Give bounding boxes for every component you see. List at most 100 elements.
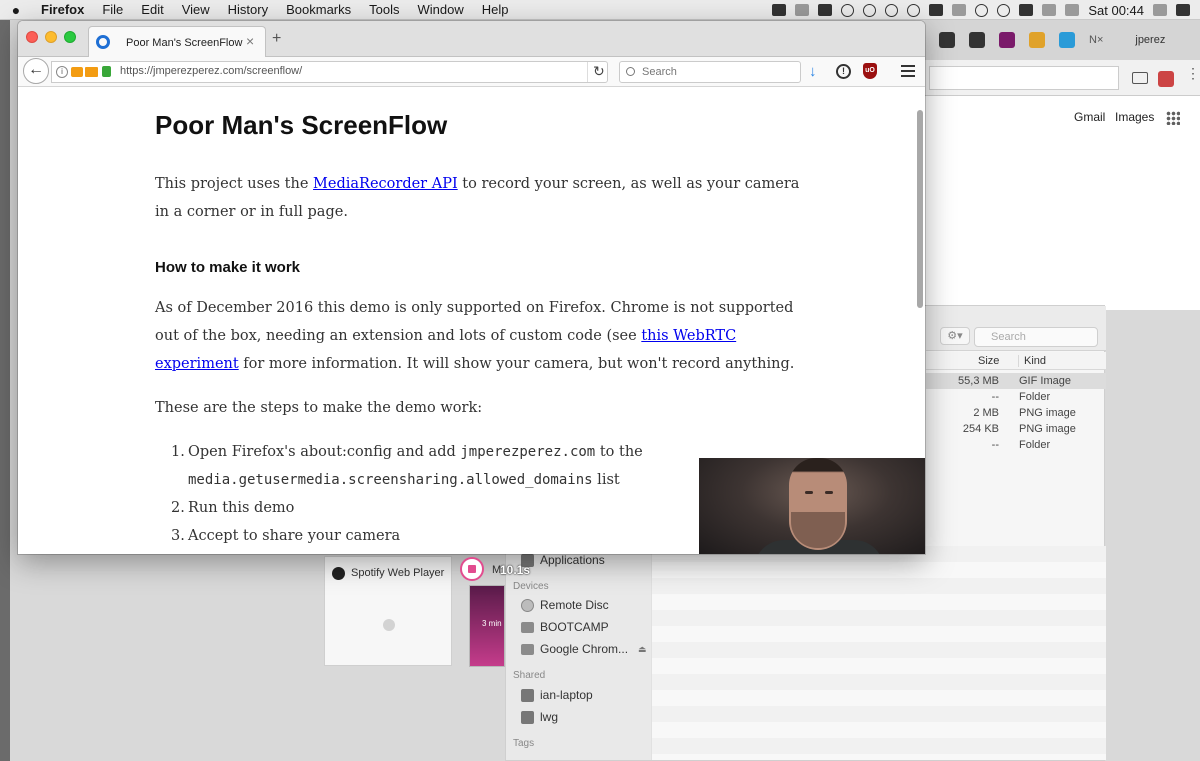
sidebar-item-applications[interactable]: Applications: [521, 553, 605, 567]
reload-icon[interactable]: ↻: [593, 63, 605, 80]
spotify-title: Spotify Web Player: [351, 567, 445, 579]
cast-icon[interactable]: [1132, 72, 1148, 84]
size-column-header[interactable]: Size: [978, 355, 999, 367]
images-link[interactable]: Images: [1115, 110, 1154, 124]
file-size: 254 KB: [962, 423, 999, 435]
eject-icon[interactable]: ⏏: [638, 644, 647, 655]
close-tab-icon[interactable]: ×: [246, 33, 254, 49]
twitter-icon[interactable]: [1059, 32, 1075, 48]
camera-icon[interactable]: [818, 4, 833, 16]
chrome-address-bar[interactable]: [929, 66, 1119, 90]
file-row[interactable]: -- Folder: [926, 437, 1106, 453]
notification-center-icon[interactable]: [1176, 4, 1190, 16]
webcam-person-eye: [805, 491, 813, 494]
back-button[interactable]: ←: [23, 58, 49, 84]
menu-firefox[interactable]: Firefox: [32, 0, 93, 20]
password-icon[interactable]: [885, 3, 899, 17]
menu-view[interactable]: View: [173, 0, 219, 20]
chrome-profile[interactable]: jperez: [1135, 34, 1165, 46]
file-row[interactable]: 254 KB PNG image: [926, 421, 1106, 437]
search-input[interactable]: Search: [619, 61, 801, 83]
menu-edit[interactable]: Edit: [132, 0, 172, 20]
menu-file[interactable]: File: [93, 0, 132, 20]
messenger-icon[interactable]: [841, 3, 855, 17]
menu-icon[interactable]: [901, 65, 915, 77]
minimize-window-button[interactable]: [45, 31, 57, 43]
flag-icon[interactable]: [1042, 4, 1057, 16]
disc-icon: [521, 598, 534, 612]
finder-search-input[interactable]: Search: [974, 327, 1098, 347]
menu-tools[interactable]: Tools: [360, 0, 408, 20]
microphone-icon[interactable]: [795, 4, 810, 16]
menu-help[interactable]: Help: [473, 0, 518, 20]
sidebar-item-lwg[interactable]: lwg: [521, 710, 558, 724]
menu-window[interactable]: Window: [409, 0, 473, 20]
chrome-page: Gmail Images: [925, 96, 1200, 310]
action-menu-icon[interactable]: ⚙▾: [940, 327, 970, 345]
sidebar-item-ian-laptop[interactable]: ian-laptop: [521, 688, 593, 702]
sidebar-item-label: BOOTCAMP: [540, 620, 609, 634]
bluetooth-icon[interactable]: [952, 4, 967, 16]
computer-icon: [521, 688, 534, 702]
spotify-window-preview[interactable]: Spotify Web Player: [324, 556, 452, 666]
new-tab-button[interactable]: +: [272, 30, 281, 48]
sidebar-item-remote-disc[interactable]: Remote Disc: [521, 598, 609, 612]
github-icon[interactable]: [969, 32, 985, 48]
chrome-tab-icon[interactable]: [1029, 32, 1045, 48]
screen-sharing-icon[interactable]: [85, 67, 98, 77]
lock-icon[interactable]: [102, 66, 111, 77]
chrome-tab-strip: N× jperez: [925, 20, 1200, 60]
page-content[interactable]: Poor Man's ScreenFlow This project uses …: [18, 88, 925, 554]
download-icon[interactable]: ↓: [809, 63, 817, 80]
address-bar[interactable]: i https://jmperezperez.com/screenflow/: [51, 61, 608, 83]
sidebar-item-google-chrome[interactable]: Google Chrom... ⏏: [521, 642, 647, 656]
spotlight-icon[interactable]: [1153, 4, 1167, 16]
tab-poor-mans-screenflow[interactable]: Poor Man's ScreenFlow ×: [88, 26, 266, 58]
list-item: 2. Run this demo: [155, 494, 643, 522]
recording-timer: 10.1s: [500, 563, 531, 577]
fullscreen-window-button[interactable]: [64, 31, 76, 43]
list-item: 1. Open Firefox's about:config and add jm…: [155, 438, 643, 466]
creative-cloud-icon[interactable]: [907, 3, 921, 17]
spotify-thumbnail[interactable]: 3 min: [469, 585, 505, 667]
sidebar-item-bootcamp[interactable]: BOOTCAMP: [521, 620, 609, 634]
kind-column-header[interactable]: Kind: [1018, 355, 1046, 367]
finder-file-list[interactable]: [651, 546, 1106, 760]
scrollbar[interactable]: [917, 110, 923, 308]
tags-section-title: Tags: [513, 738, 535, 749]
time-machine-icon[interactable]: [975, 3, 989, 17]
volume-icon[interactable]: [1065, 4, 1080, 16]
chrome-tab-partial[interactable]: N×: [1089, 34, 1103, 46]
battery-icon[interactable]: [1019, 4, 1034, 16]
stop-recording-button[interactable]: [460, 557, 484, 581]
screen-icon[interactable]: [772, 4, 787, 16]
apple-icon[interactable]: ●: [0, 2, 32, 18]
file-row[interactable]: 2 MB PNG image: [926, 405, 1106, 421]
tab-icon[interactable]: [999, 32, 1015, 48]
chrome-menu-icon[interactable]: ⋮: [1186, 66, 1200, 80]
camera-sharing-icon[interactable]: [71, 67, 83, 77]
clock[interactable]: Sat 00:44: [1088, 3, 1144, 18]
site-info-icon[interactable]: i: [56, 66, 68, 78]
info-icon[interactable]: !: [836, 64, 851, 79]
steps-list: 1. Open Firefox's about:config and add jm…: [155, 438, 643, 550]
menu-history[interactable]: History: [219, 0, 277, 20]
mediarecorder-api-link[interactable]: MediaRecorder API: [313, 176, 458, 192]
menu-bookmarks[interactable]: Bookmarks: [277, 0, 360, 20]
finder-column-headers: Size Kind: [926, 352, 1106, 370]
list-item-continuation: media.getusermedia.screensharing.allowed…: [155, 466, 643, 494]
extension-icon[interactable]: [1158, 71, 1174, 87]
ublock-icon[interactable]: uO: [863, 63, 877, 79]
dropbox-icon[interactable]: [929, 4, 944, 16]
gmail-link[interactable]: Gmail: [1074, 110, 1105, 124]
file-kind: Folder: [1019, 391, 1051, 403]
apps-grid-icon[interactable]: [1166, 111, 1180, 125]
file-row[interactable]: 55,3 MB GIF Image: [926, 373, 1106, 389]
file-size: --: [991, 439, 999, 451]
telegram-icon[interactable]: [863, 3, 877, 17]
github-icon[interactable]: [939, 32, 955, 48]
tab-bar: Poor Man's ScreenFlow × +: [18, 21, 925, 58]
wifi-icon[interactable]: [997, 3, 1011, 17]
file-row[interactable]: -- Folder: [926, 389, 1106, 405]
close-window-button[interactable]: [26, 31, 38, 43]
